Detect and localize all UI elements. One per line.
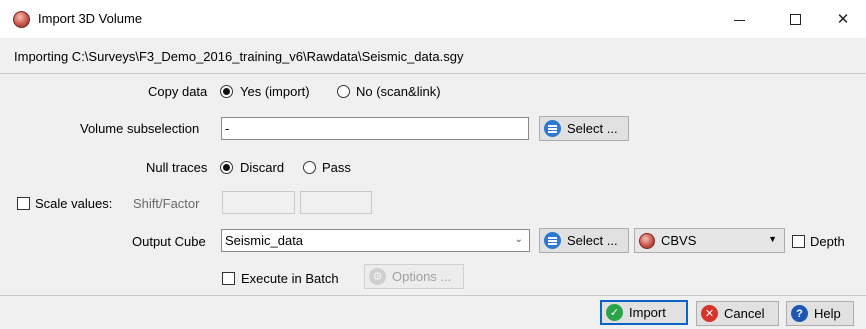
maximize-button[interactable] bbox=[772, 0, 818, 38]
volume-subselection-field[interactable]: - bbox=[221, 117, 529, 140]
cancel-icon: ✕ bbox=[701, 305, 718, 322]
output-select-button[interactable]: Select ... bbox=[539, 228, 629, 253]
close-icon: ✕ bbox=[836, 11, 850, 28]
help-label: Help bbox=[814, 306, 841, 321]
help-icon: ? bbox=[791, 305, 808, 322]
factor-field[interactable] bbox=[300, 191, 372, 214]
shift-field[interactable] bbox=[222, 191, 295, 214]
format-value: CBVS bbox=[661, 233, 697, 248]
title-bar: Import 3D Volume ✕ bbox=[0, 0, 866, 38]
dropdown-arrow-icon: ▼ bbox=[768, 234, 777, 244]
output-cube-label: Output Cube bbox=[132, 234, 206, 249]
null-traces-discard-radio[interactable] bbox=[220, 161, 233, 174]
cbvs-icon bbox=[639, 232, 655, 249]
output-cube-combo[interactable]: Seismic_data ⌄ bbox=[221, 229, 530, 252]
window-title: Import 3D Volume bbox=[38, 11, 143, 26]
scale-values-label[interactable]: Scale values: bbox=[35, 196, 112, 211]
copy-data-no-label[interactable]: No (scan&link) bbox=[356, 84, 441, 99]
divider bbox=[0, 73, 866, 74]
copy-data-no-radio[interactable] bbox=[337, 85, 350, 98]
output-select-label: Select ... bbox=[567, 233, 618, 248]
maximize-icon bbox=[789, 13, 801, 25]
gear-icon: ⚙ bbox=[369, 268, 386, 285]
execute-batch-label[interactable]: Execute in Batch bbox=[241, 271, 339, 286]
volume-select-button[interactable]: Select ... bbox=[539, 116, 629, 141]
batch-options-button[interactable]: ⚙ Options ... bbox=[364, 264, 464, 289]
minimize-icon bbox=[733, 19, 745, 21]
app-icon bbox=[13, 11, 30, 28]
null-traces-discard-label[interactable]: Discard bbox=[240, 160, 284, 175]
depth-checkbox[interactable] bbox=[792, 235, 805, 248]
format-dropdown[interactable]: CBVS ▼ bbox=[634, 228, 785, 253]
depth-label[interactable]: Depth bbox=[810, 234, 845, 249]
batch-options-label: Options ... bbox=[392, 269, 452, 284]
shift-factor-label: Shift/Factor bbox=[133, 196, 200, 211]
copy-data-label: Copy data bbox=[148, 84, 208, 99]
chevron-down-icon: ⌄ bbox=[514, 234, 523, 245]
divider bbox=[0, 295, 866, 296]
import-label: Import bbox=[629, 305, 666, 320]
cancel-label: Cancel bbox=[724, 306, 765, 321]
importing-path: Importing C:\Surveys\F3_Demo_2016_traini… bbox=[14, 49, 464, 64]
scale-values-checkbox[interactable] bbox=[17, 197, 30, 210]
list-icon bbox=[544, 232, 561, 249]
copy-data-yes-label[interactable]: Yes (import) bbox=[240, 84, 310, 99]
import-button[interactable]: ✓ Import bbox=[600, 300, 688, 325]
cancel-button[interactable]: ✕ Cancel bbox=[696, 301, 779, 326]
volume-subselection-label: Volume subselection bbox=[80, 121, 200, 136]
close-button[interactable]: ✕ bbox=[820, 0, 866, 38]
null-traces-pass-label[interactable]: Pass bbox=[322, 160, 351, 175]
null-traces-label: Null traces bbox=[146, 160, 208, 175]
list-icon bbox=[544, 120, 561, 137]
help-button[interactable]: ? Help bbox=[786, 301, 854, 326]
execute-batch-checkbox[interactable] bbox=[222, 272, 235, 285]
minimize-button[interactable] bbox=[716, 0, 762, 38]
null-traces-pass-radio[interactable] bbox=[303, 161, 316, 174]
volume-select-label: Select ... bbox=[567, 121, 618, 136]
output-cube-value: Seismic_data bbox=[225, 233, 304, 248]
check-icon: ✓ bbox=[606, 304, 623, 321]
copy-data-yes-radio[interactable] bbox=[220, 85, 233, 98]
